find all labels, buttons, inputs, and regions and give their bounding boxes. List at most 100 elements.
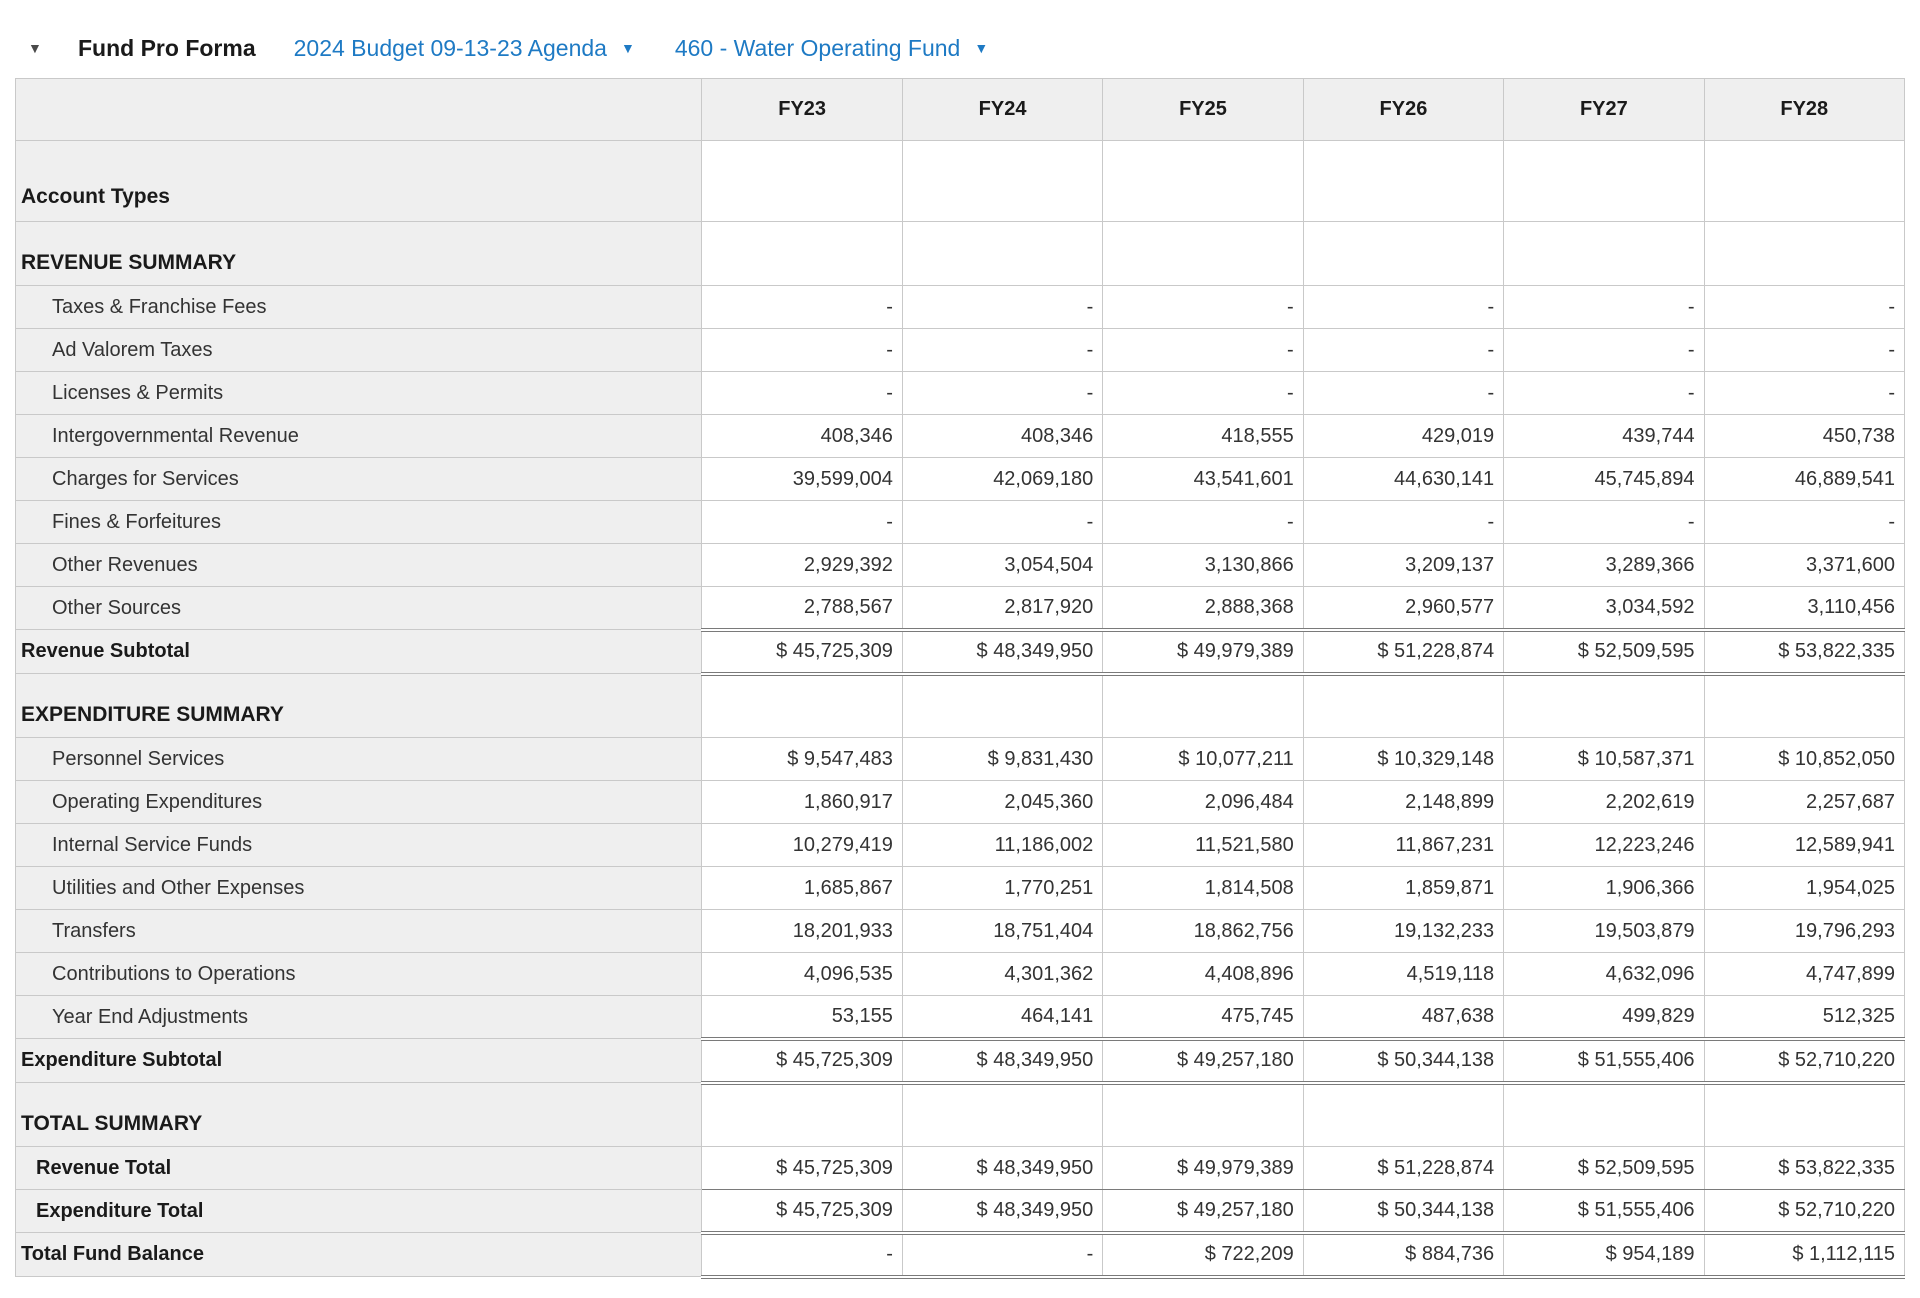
table-cell: 2,817,920 [901, 586, 1104, 630]
table-row: Operating Expenditures 1,860,917 2,045,360… [14, 780, 1906, 824]
table-row: Utilities and Other Expenses 1,685,867 1,7… [14, 866, 1906, 910]
table-cell: 450,738 [1703, 414, 1906, 458]
table-row: Revenue Total $ 45,725,309 $ 48,349,950 $ 4… [14, 1146, 1906, 1190]
table-cell: 2,257,687 [1703, 780, 1906, 824]
table-cell: 4,519,118 [1302, 952, 1505, 996]
table-header-row: FY23 FY24 FY25 FY26 FY27 FY28 [14, 78, 1906, 141]
table-cell [1302, 140, 1505, 222]
row-label: Internal Service Funds [14, 823, 703, 867]
table-cell: - [901, 371, 1104, 415]
table-cell: $ 10,587,371 [1503, 737, 1705, 781]
table-cell: $ 50,344,138 [1302, 1036, 1505, 1085]
table-cell [701, 673, 903, 738]
table-cell: 4,408,896 [1102, 952, 1304, 996]
pro-forma-table: FY23 FY24 FY25 FY26 FY27 FY28 Account Types RE… [14, 78, 1906, 1279]
column-header: FY26 [1302, 78, 1505, 141]
table-cell [1302, 221, 1505, 286]
table-cell [1703, 1082, 1906, 1147]
table-cell: $ 51,228,874 [1302, 1146, 1505, 1190]
table-cell: 18,751,404 [901, 909, 1104, 953]
table-cell: 499,829 [1503, 995, 1705, 1039]
table-cell: $ 10,329,148 [1302, 737, 1505, 781]
table-cell [1503, 140, 1705, 222]
table-row: Transfers 18,201,933 18,751,404 18,862,756 1… [14, 909, 1906, 953]
table-cell: $ 48,349,950 [901, 1189, 1104, 1235]
table-cell: - [1703, 285, 1906, 329]
table-cell: 19,132,233 [1302, 909, 1505, 953]
table-cell: $ 49,979,389 [1102, 1146, 1304, 1190]
table-cell: 439,744 [1503, 414, 1705, 458]
table-cell: - [901, 285, 1104, 329]
caret-down-icon: ▼ [974, 40, 989, 56]
row-label: Revenue Subtotal [14, 629, 703, 674]
table-cell: - [701, 1232, 903, 1279]
table-cell [1302, 673, 1505, 738]
table-cell: $ 10,852,050 [1703, 737, 1906, 781]
table-cell [1302, 1082, 1505, 1147]
table-cell: $ 954,189 [1503, 1232, 1705, 1279]
table-cell: - [1102, 371, 1304, 415]
table-cell [1102, 673, 1304, 738]
table-cell: 1,814,508 [1102, 866, 1304, 910]
table-cell: $ 10,077,211 [1102, 737, 1304, 781]
row-label: Contributions to Operations [14, 952, 703, 996]
table-cell [901, 673, 1104, 738]
row-label: Personnel Services [14, 737, 703, 781]
row-label: Transfers [14, 909, 703, 953]
table-cell: 42,069,180 [901, 457, 1104, 501]
table-cell: - [1703, 328, 1906, 372]
table-cell: $ 45,725,309 [701, 1036, 903, 1085]
caret-down-icon: ▼ [620, 40, 635, 56]
table-cell: 19,796,293 [1703, 909, 1906, 953]
table-cell: - [701, 500, 903, 544]
row-label: Operating Expenditures [14, 780, 703, 824]
table-cell: 2,929,392 [701, 543, 903, 587]
table-row: REVENUE SUMMARY [14, 221, 1906, 286]
table-cell [1102, 140, 1304, 222]
table-row: EXPENDITURE SUMMARY [14, 673, 1906, 738]
row-label: Year End Adjustments [14, 995, 703, 1039]
table-cell: $ 9,831,430 [901, 737, 1104, 781]
row-label: Licenses & Permits [14, 371, 703, 415]
table-cell: - [901, 1232, 1104, 1279]
table-cell: - [901, 328, 1104, 372]
table-cell: 464,141 [901, 995, 1104, 1039]
table-cell: $ 51,555,406 [1503, 1036, 1705, 1085]
table-cell: $ 884,736 [1302, 1232, 1505, 1279]
table-cell: $ 53,822,335 [1703, 627, 1906, 676]
table-cell: - [1302, 371, 1505, 415]
column-header: FY24 [901, 78, 1104, 141]
table-row: Total Fund Balance - - $ 722,209 $ 884,736 $ … [14, 1232, 1906, 1279]
budget-dropdown[interactable]: 2024 Budget 09-13-23 Agenda ▼ [294, 35, 635, 62]
table-cell [1102, 221, 1304, 286]
collapse-caret-icon[interactable]: ▼ [28, 41, 50, 55]
table-cell: 2,148,899 [1302, 780, 1505, 824]
table-cell: 4,747,899 [1703, 952, 1906, 996]
row-label: Ad Valorem Taxes [14, 328, 703, 372]
table-cell: 3,371,600 [1703, 543, 1906, 587]
table-cell: 3,209,137 [1302, 543, 1505, 587]
table-cell: - [1703, 500, 1906, 544]
row-label: REVENUE SUMMARY [14, 221, 703, 286]
table-cell: - [901, 500, 1104, 544]
table-cell: 408,346 [701, 414, 903, 458]
page-title: Fund Pro Forma [78, 34, 256, 61]
table-cell: - [701, 371, 903, 415]
table-cell: $ 52,710,220 [1703, 1189, 1906, 1235]
table-cell [1703, 140, 1906, 222]
table-cell: $ 49,979,389 [1102, 627, 1304, 676]
table-cell: $ 48,349,950 [901, 627, 1104, 676]
table-cell: 475,745 [1102, 995, 1304, 1039]
table-cell [1503, 1082, 1705, 1147]
table-row: TOTAL SUMMARY [14, 1082, 1906, 1147]
row-label: Other Sources [14, 586, 703, 630]
row-label: Account Types [14, 140, 703, 222]
fund-dropdown[interactable]: 460 - Water Operating Fund ▼ [675, 35, 988, 62]
table-cell [1503, 221, 1705, 286]
table-cell: - [701, 328, 903, 372]
table-cell: $ 45,725,309 [701, 627, 903, 676]
table-cell: 3,054,504 [901, 543, 1104, 587]
row-label: Intergovernmental Revenue [14, 414, 703, 458]
table-row: Taxes & Franchise Fees - - - - - - [14, 285, 1906, 329]
row-label: Expenditure Total [14, 1189, 703, 1233]
